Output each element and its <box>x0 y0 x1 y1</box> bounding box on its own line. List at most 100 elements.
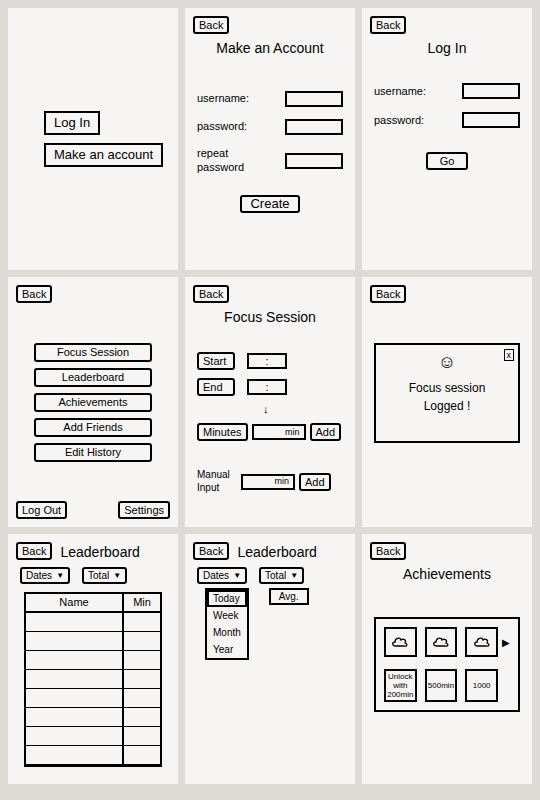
input-field[interactable] <box>462 112 520 128</box>
badge-icon <box>474 636 490 648</box>
screen-title: Leaderboard <box>237 542 316 563</box>
input-field[interactable]: min <box>252 424 306 440</box>
badge[interactable] <box>384 627 417 657</box>
welcome-button[interactable]: Log In <box>44 111 100 135</box>
table-row <box>26 632 160 651</box>
dropdown-option[interactable]: Month <box>207 624 247 641</box>
back-button[interactable]: Back <box>370 285 406 303</box>
table-row <box>26 689 160 708</box>
filter-dropdown[interactable]: Total▼ <box>82 567 127 584</box>
badge[interactable] <box>465 627 498 657</box>
badge[interactable]: 500min <box>425 669 458 702</box>
leaderboard-table: NameMin <box>24 592 162 767</box>
menu-item[interactable]: Add Friends <box>34 418 152 437</box>
filter-dropdown[interactable]: Total▼ <box>259 567 304 584</box>
focus-screen: BackFocus SessionStart:End:↓MinutesminAd… <box>185 277 355 527</box>
signup-form: username:password:repeat password <box>193 91 347 175</box>
input-field[interactable]: : <box>247 379 287 395</box>
filter-bar: Dates▼ Total▼ <box>16 567 170 584</box>
table-row <box>26 746 160 765</box>
welcome-button[interactable]: Make an account <box>44 143 163 167</box>
screen-title: Leaderboard <box>60 542 139 563</box>
badge[interactable]: Unlock with 200min <box>384 669 417 702</box>
filter-dropdown[interactable]: Dates▼ <box>20 567 70 584</box>
arrow-icon: ↓ <box>197 404 343 415</box>
input-field[interactable] <box>462 83 520 99</box>
login-form: username: password: <box>370 83 524 128</box>
menu-item[interactable]: Edit History <box>34 443 152 462</box>
dropdown-option[interactable]: Today <box>207 590 247 607</box>
minutes-label[interactable]: Minutes <box>197 423 248 441</box>
screen-title: Make an Account <box>193 38 347 59</box>
achievements-screen: Back Achievements Unlock with 200min500min… <box>362 534 532 784</box>
prototype-sheet: Log In Make an account Back Make an Account… <box>0 0 540 800</box>
back-button[interactable]: Back <box>193 16 229 34</box>
menu-item[interactable]: Leaderboard <box>34 368 152 387</box>
dropdown-option[interactable]: Avg. <box>271 590 307 603</box>
table-row <box>26 670 160 689</box>
leaderboard-screen: Back Leaderboard Dates▼ Total▼ NameMin <box>8 534 178 784</box>
login-screen: Back Log In username: password: Go <box>362 8 532 270</box>
input-field[interactable]: min <box>241 474 295 490</box>
smiley-icon: ☺ <box>438 353 456 371</box>
table-row <box>26 651 160 670</box>
go-button[interactable]: Go <box>426 152 469 170</box>
form-row: password: <box>197 119 343 135</box>
input-field[interactable]: : <box>247 353 287 369</box>
back-button[interactable]: Back <box>16 542 52 560</box>
screen-title: Log In <box>370 38 524 59</box>
focus-form: Start:End:↓MinutesminAddManual InputminA… <box>193 352 347 494</box>
menu-screen: Back Focus Session Leaderboard Achievements… <box>8 277 178 527</box>
input-field[interactable] <box>285 91 343 107</box>
footer-button[interactable]: Log Out <box>16 501 67 519</box>
time-label[interactable]: End <box>197 378 235 396</box>
signup-screen: BackMake an Accountusername:password:rep… <box>185 8 355 270</box>
main-menu: Focus Session Leaderboard Achievements Add … <box>16 343 170 462</box>
create-button[interactable]: Create <box>240 195 299 213</box>
dropdown-option[interactable]: Year <box>207 641 247 658</box>
badge-grid: Unlock with 200min500min1000 <box>384 627 498 702</box>
dropdown-option[interactable]: Week <box>207 607 247 624</box>
menu-item[interactable]: Focus Session <box>34 343 152 362</box>
form-row: username: <box>374 83 520 100</box>
form-row: username: <box>197 91 343 107</box>
time-label[interactable]: Start <box>197 352 235 370</box>
filter-bar: Dates▼ Total▼ <box>193 567 347 584</box>
badge[interactable] <box>425 627 458 657</box>
menu-item[interactable]: Achievements <box>34 393 152 412</box>
add-button[interactable]: Add <box>310 423 342 441</box>
footer-button[interactable]: Settings <box>118 501 170 519</box>
close-button[interactable]: x <box>504 349 515 361</box>
time-row: End: <box>197 378 343 396</box>
table-row <box>26 727 160 746</box>
back-button[interactable]: Back <box>193 285 229 303</box>
table-row <box>26 613 160 632</box>
time-row: Start: <box>197 352 343 370</box>
total-menu: Avg. <box>269 588 309 605</box>
filter-dropdown[interactable]: Dates▼ <box>197 567 247 584</box>
menu-footer: Log Out Settings <box>16 501 170 519</box>
input-field[interactable] <box>285 119 343 135</box>
back-button[interactable]: Back <box>370 542 406 560</box>
badge-icon <box>433 636 449 648</box>
leaderboard-open-screen: Back Leaderboard Dates▼ Total▼ TodayWeekMont… <box>185 534 355 784</box>
welcome-screen: Log In Make an account <box>8 8 178 270</box>
badge-icon <box>392 636 408 648</box>
dates-menu: TodayWeekMonthYear <box>205 588 249 660</box>
table-row <box>26 708 160 727</box>
add-button[interactable]: Add <box>299 473 331 491</box>
back-button[interactable]: Back <box>370 16 406 34</box>
back-button[interactable]: Back <box>16 285 52 303</box>
dialog-message: Focus session Logged ! <box>402 379 492 415</box>
screen-title: Achievements <box>370 564 524 585</box>
confirmation-dialog: x ☺ Focus session Logged ! <box>374 343 520 443</box>
input-field[interactable] <box>285 153 343 169</box>
logged-screen: Back x ☺ Focus session Logged ! <box>362 277 532 527</box>
next-arrow-icon[interactable]: ▶ <box>502 635 510 650</box>
table-header: NameMin <box>26 594 160 613</box>
screen-title: Focus Session <box>193 307 347 328</box>
form-row: password: <box>374 112 520 129</box>
badge[interactable]: 1000 <box>465 669 498 702</box>
back-button[interactable]: Back <box>193 542 229 560</box>
manual-row: Manual InputminAdd <box>197 469 343 494</box>
